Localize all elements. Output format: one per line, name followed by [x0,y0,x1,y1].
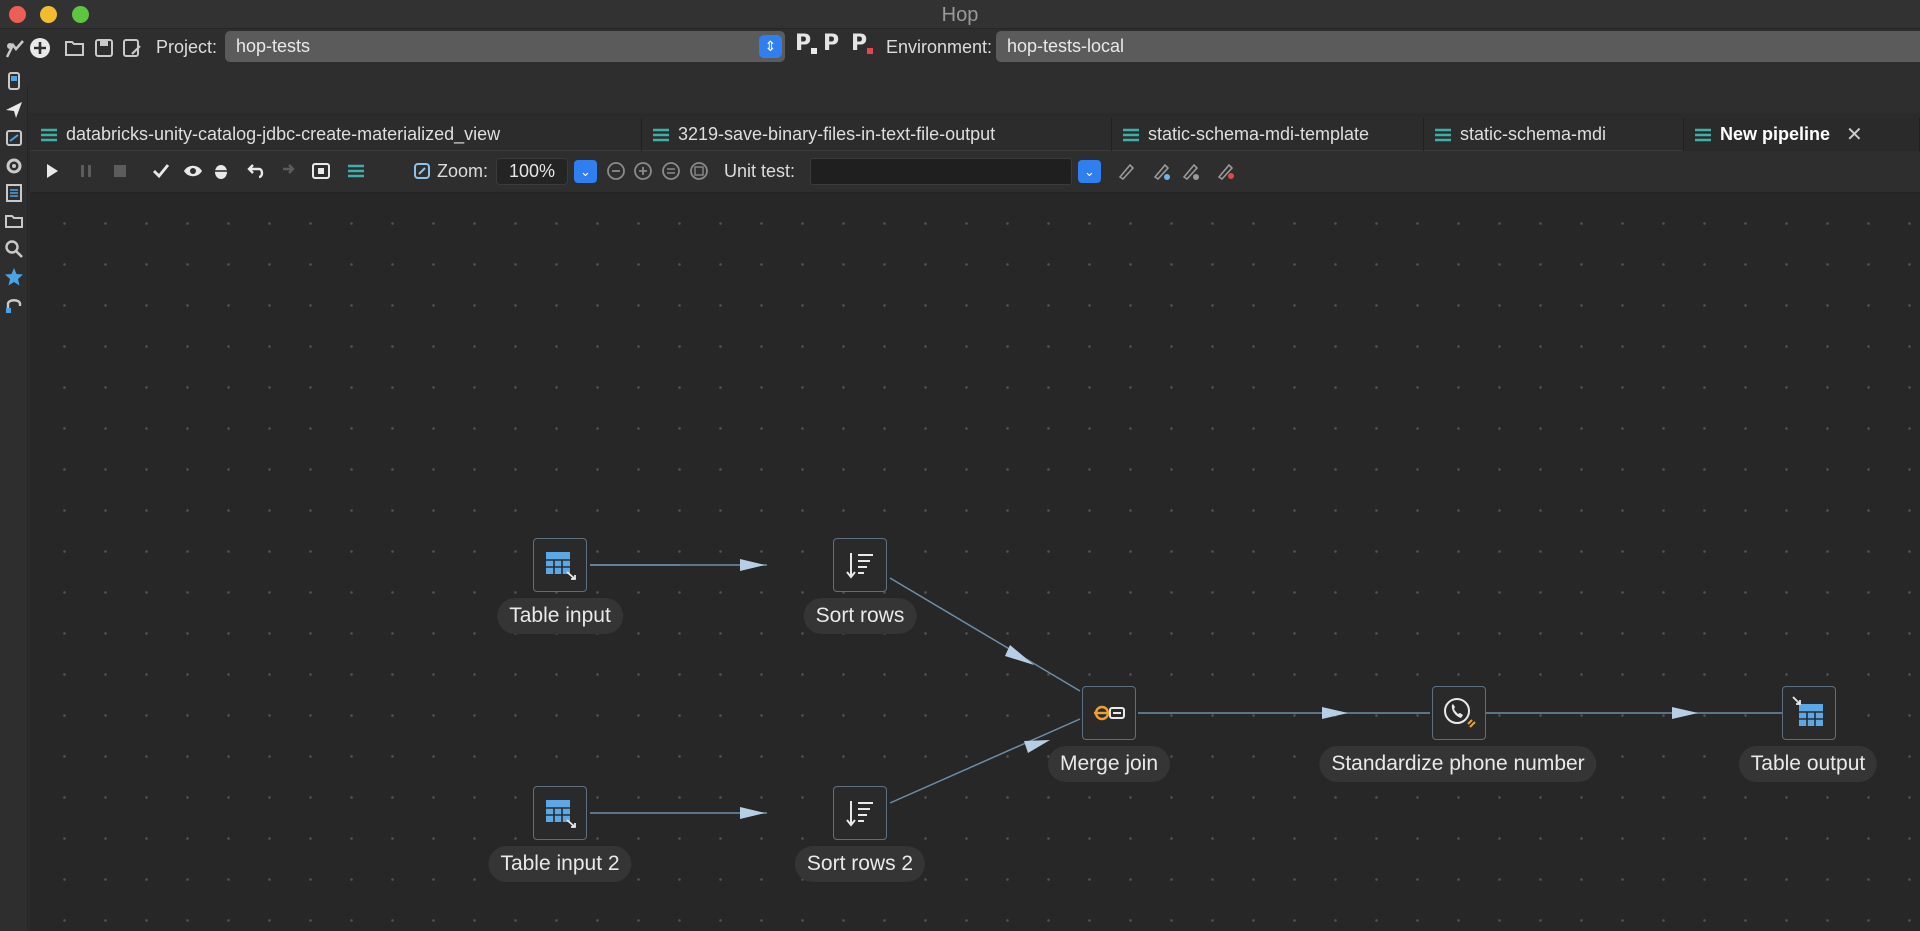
hop-table-input-to-sort-rows[interactable] [590,559,767,571]
transform-standardize-phone[interactable] [1432,686,1486,740]
hop-sort-rows-to-merge-join[interactable] [889,577,1081,692]
tab-databricks-unity-catalog[interactable]: databricks-unity-catalog-jdbc-create-mat… [30,118,642,151]
close-tab-icon[interactable]: ✕ [1846,122,1863,147]
tab-static-schema-mdi[interactable]: static-schema-mdi [1424,118,1684,151]
window-title: Hop [941,4,979,26]
chevron-updown-icon: ⇕ [759,35,782,58]
detach-unit-test-icon[interactable] [1177,158,1203,184]
tab-label: New pipeline [1720,124,1831,144]
table-input-icon [546,800,576,828]
project-value: hop-tests [236,36,311,56]
transform-label: Table output [1738,746,1878,782]
transform-label: Sort rows 2 [794,846,926,882]
tab-new-pipeline[interactable]: New pipeline ✕ [1684,118,1920,151]
hop-logo-icon[interactable] [2,36,28,62]
execution-information-icon[interactable] [3,127,25,149]
tab-static-schema-mdi-template[interactable]: static-schema-mdi-template [1112,118,1424,151]
pipeline-icon [653,128,669,141]
device-icon[interactable] [3,70,25,92]
environment-value: hop-tests-local [1007,36,1125,56]
phone-icon [1444,698,1476,728]
sort-rows-icon [846,553,873,579]
save-icon[interactable] [91,35,117,61]
zoom-page-icon[interactable] [686,158,712,184]
sort-rows-icon [846,801,873,827]
pipeline-icon [41,128,57,141]
transform-table-input[interactable] [533,538,587,592]
transform-table-output[interactable] [1782,686,1836,740]
pipeline-icon [1695,128,1711,141]
environment-select[interactable]: hop-tests-local [996,31,1920,62]
file-explorer-icon[interactable] [3,210,25,232]
delete-unit-test-icon[interactable] [1212,158,1238,184]
perspective-sidebar [0,72,28,931]
new-file-icon[interactable] [27,35,53,61]
transform-label: Table input 2 [488,846,632,882]
tab-label: databricks-unity-catalog-jdbc-create-mat… [66,124,501,144]
transform-table-input-2[interactable] [533,786,587,840]
undo-icon[interactable] [243,158,269,184]
metadata-icon[interactable] [3,182,25,204]
transform-merge-join[interactable] [1082,686,1136,740]
project-select[interactable]: hop-tests ⇕ [225,31,785,62]
save-as-icon[interactable] [119,35,145,61]
configuration-gear-icon[interactable] [3,155,25,177]
data-orchestration-icon[interactable] [3,99,25,121]
tab-label: static-schema-mdi [1460,124,1607,144]
project-delete-icon[interactable]: P [851,31,874,56]
plugins-star-icon[interactable] [3,266,25,288]
table-input-icon [546,552,576,580]
search-icon[interactable] [3,238,25,260]
pipeline-properties-icon[interactable] [343,158,369,184]
zoom-input[interactable]: 100% [496,158,568,185]
pipeline-icon [1435,128,1451,141]
transform-label: Merge join [1047,746,1171,782]
debug-icon[interactable] [208,158,234,184]
project-label: Project: [156,37,218,57]
zoom-fit-icon[interactable] [409,158,435,184]
snap-to-grid-icon[interactable] [308,158,334,184]
transform-sort-rows[interactable] [833,538,887,592]
zoom-in-icon[interactable] [630,158,656,184]
tab-3219-save-binary-files[interactable]: 3219-save-binary-files-in-text-file-outp… [642,118,1112,151]
zoom-out-icon[interactable] [603,158,629,184]
run-icon[interactable] [39,158,65,184]
transform-sort-rows-2[interactable] [833,786,887,840]
environment-label: Environment: [886,37,993,57]
stop-icon[interactable] [107,158,133,184]
redo-icon[interactable] [273,158,299,184]
hop-merge-join-to-standardize-phone[interactable] [1138,707,1430,719]
editor-tabs: databricks-unity-catalog-jdbc-create-mat… [30,118,1920,151]
pause-icon[interactable] [73,158,99,184]
tab-label: 3219-save-binary-files-in-text-file-outp… [678,124,996,144]
zoom-label: Zoom: [437,161,489,181]
project-edit-icon[interactable]: P [795,31,818,56]
zoom-100-icon[interactable] [658,158,684,184]
transform-label: Table input [497,598,623,634]
hops-layer [590,559,1782,819]
unit-test-select[interactable] [810,158,1072,185]
transform-label: Sort rows [803,598,917,634]
table-output-icon [1792,696,1823,726]
preview-eye-icon[interactable] [180,158,206,184]
title-bar: Hop [0,0,1920,29]
main-toolbar: Project: hop-tests ⇕ P P P Environment: … [0,29,1920,113]
zoom-dropdown-button[interactable]: ⌄ [574,160,597,183]
tab-label: static-schema-mdi-template [1148,124,1370,144]
merge-join-icon [1094,705,1125,721]
git-icon[interactable] [3,294,25,316]
hop-standardize-phone-to-table-output[interactable] [1485,707,1782,719]
unit-test-label: Unit test: [724,161,796,181]
pipeline-icon [1123,128,1139,141]
edit-unit-test-icon[interactable] [1148,158,1174,184]
pipeline-toolbar: Zoom: 100% ⌄ Unit test: ⌄ [30,151,1920,193]
transform-label: Standardize phone number [1319,746,1597,782]
pipeline-canvas[interactable]: Table input Sort rows Table input 2 Sort… [30,193,1920,931]
check-pipeline-icon[interactable] [148,158,174,184]
project-add-icon[interactable]: P [823,31,839,56]
create-unit-test-icon[interactable] [1113,158,1139,184]
hop-table-input-2-to-sort-rows-2[interactable] [590,807,767,819]
open-file-icon[interactable] [62,35,88,61]
unit-test-dropdown-button[interactable]: ⌄ [1078,160,1101,183]
